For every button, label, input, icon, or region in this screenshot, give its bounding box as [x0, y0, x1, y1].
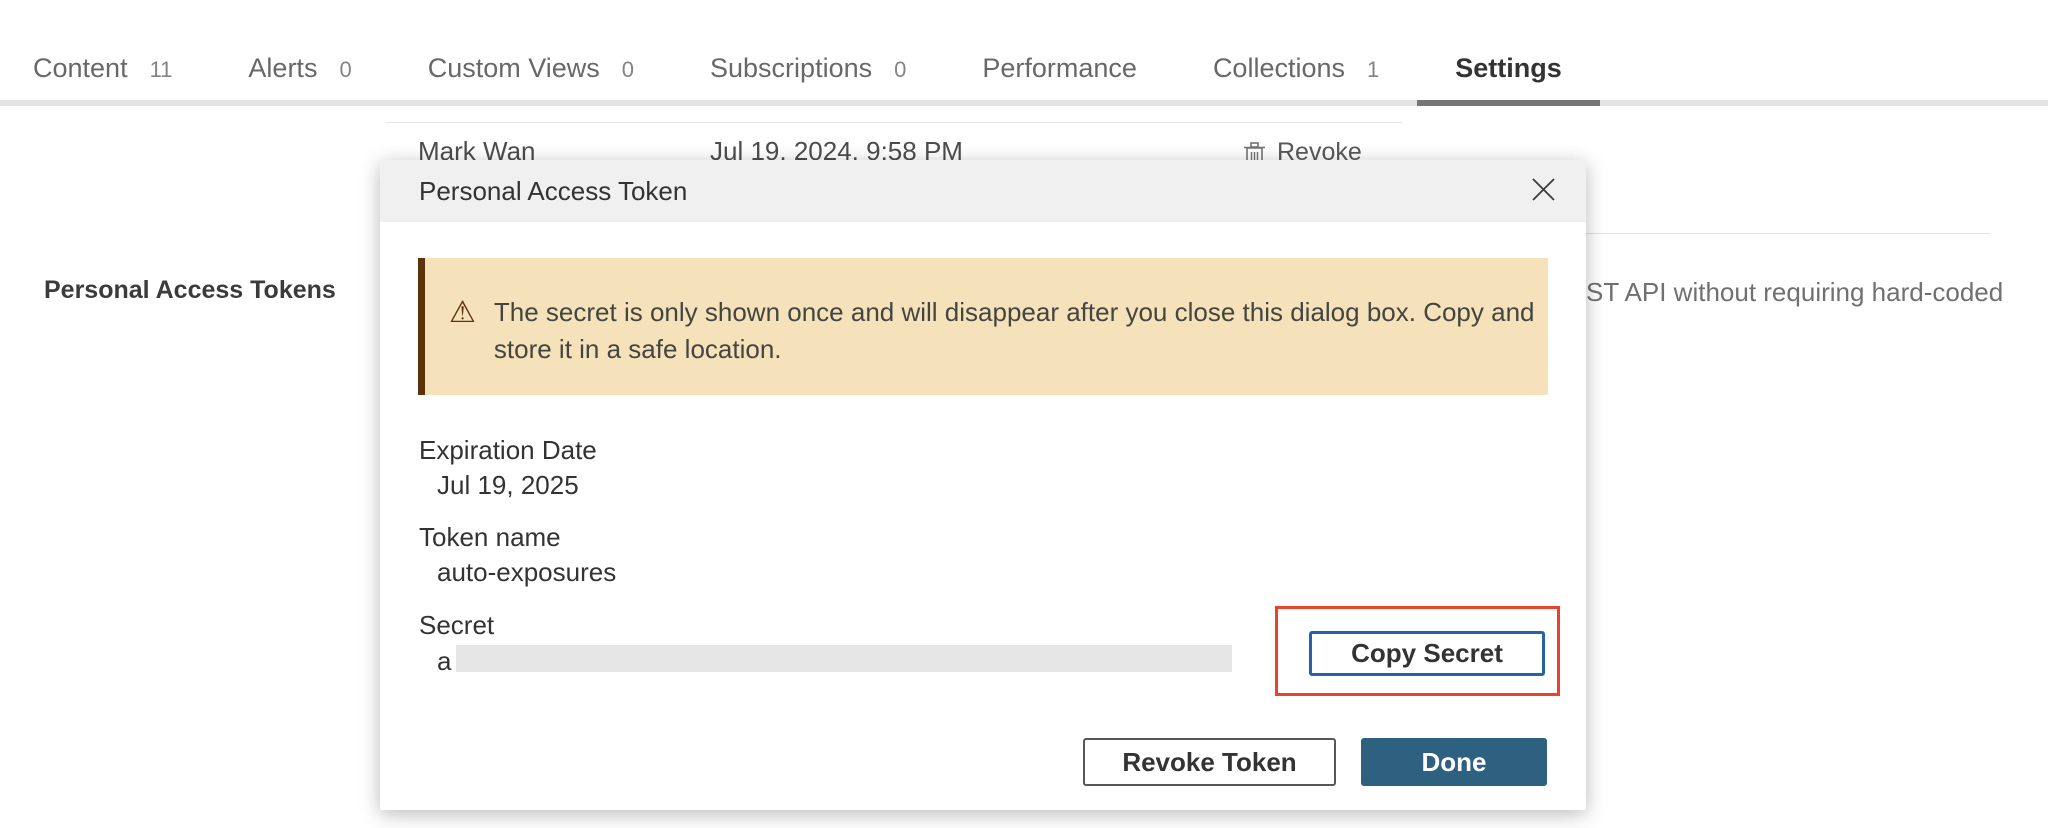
warning-text: The secret is only shown once and will d…	[494, 294, 1535, 368]
close-icon	[1530, 176, 1557, 206]
warning-line: store it in a safe location.	[494, 331, 1535, 368]
tab-alerts[interactable]: Alerts 0	[210, 53, 389, 100]
tab-count: 0	[339, 57, 351, 83]
tab-label: Settings	[1455, 53, 1562, 84]
tab-label: Subscriptions	[710, 53, 872, 84]
tab-collections[interactable]: Collections 1	[1175, 53, 1417, 100]
close-button[interactable]	[1526, 174, 1560, 208]
tab-label: Performance	[982, 53, 1137, 84]
tab-label: Collections	[1213, 53, 1345, 84]
tab-label: Alerts	[248, 53, 317, 84]
tab-subscriptions[interactable]: Subscriptions 0	[672, 53, 944, 100]
token-name-label: Token name	[419, 522, 561, 553]
warning-banner: ⚠ The secret is only shown once and will…	[418, 258, 1548, 395]
tab-content[interactable]: Content 11	[33, 53, 210, 100]
expiration-date-label: Expiration Date	[419, 435, 597, 466]
tab-label: Content	[33, 53, 128, 84]
section-description-fragment: ST API without requiring hard-coded	[1586, 277, 2003, 308]
secret-label: Secret	[419, 610, 494, 641]
page: Content 11 Alerts 0 Custom Views 0 Subsc…	[0, 0, 2048, 828]
expiration-date-value: Jul 19, 2025	[437, 470, 579, 501]
tab-count: 0	[622, 57, 634, 83]
revoke-token-button[interactable]: Revoke Token	[1083, 738, 1336, 786]
done-button[interactable]: Done	[1361, 738, 1547, 786]
tab-label: Custom Views	[428, 53, 600, 84]
warning-line: The secret is only shown once and will d…	[494, 294, 1535, 331]
tab-custom-views[interactable]: Custom Views 0	[390, 53, 672, 100]
secret-value: a	[437, 646, 451, 677]
tab-bar: Content 11 Alerts 0 Custom Views 0 Subsc…	[0, 40, 2048, 106]
table-row-divider	[386, 122, 1402, 123]
personal-access-token-dialog: Personal Access Token ⚠ The secret is on…	[380, 160, 1586, 810]
tab-count: 11	[150, 57, 173, 83]
tab-count: 0	[894, 57, 906, 83]
token-name-value: auto-exposures	[437, 557, 616, 588]
warning-icon: ⚠	[449, 294, 476, 331]
tab-performance[interactable]: Performance	[944, 53, 1175, 100]
dialog-title: Personal Access Token	[419, 176, 687, 207]
tab-count: 1	[1367, 57, 1379, 83]
secret-redacted-bar	[456, 645, 1232, 672]
tab-settings[interactable]: Settings	[1417, 53, 1600, 100]
copy-secret-button[interactable]: Copy Secret	[1309, 631, 1545, 676]
section-label: Personal Access Tokens	[44, 276, 336, 305]
dialog-header: Personal Access Token	[380, 160, 1586, 222]
